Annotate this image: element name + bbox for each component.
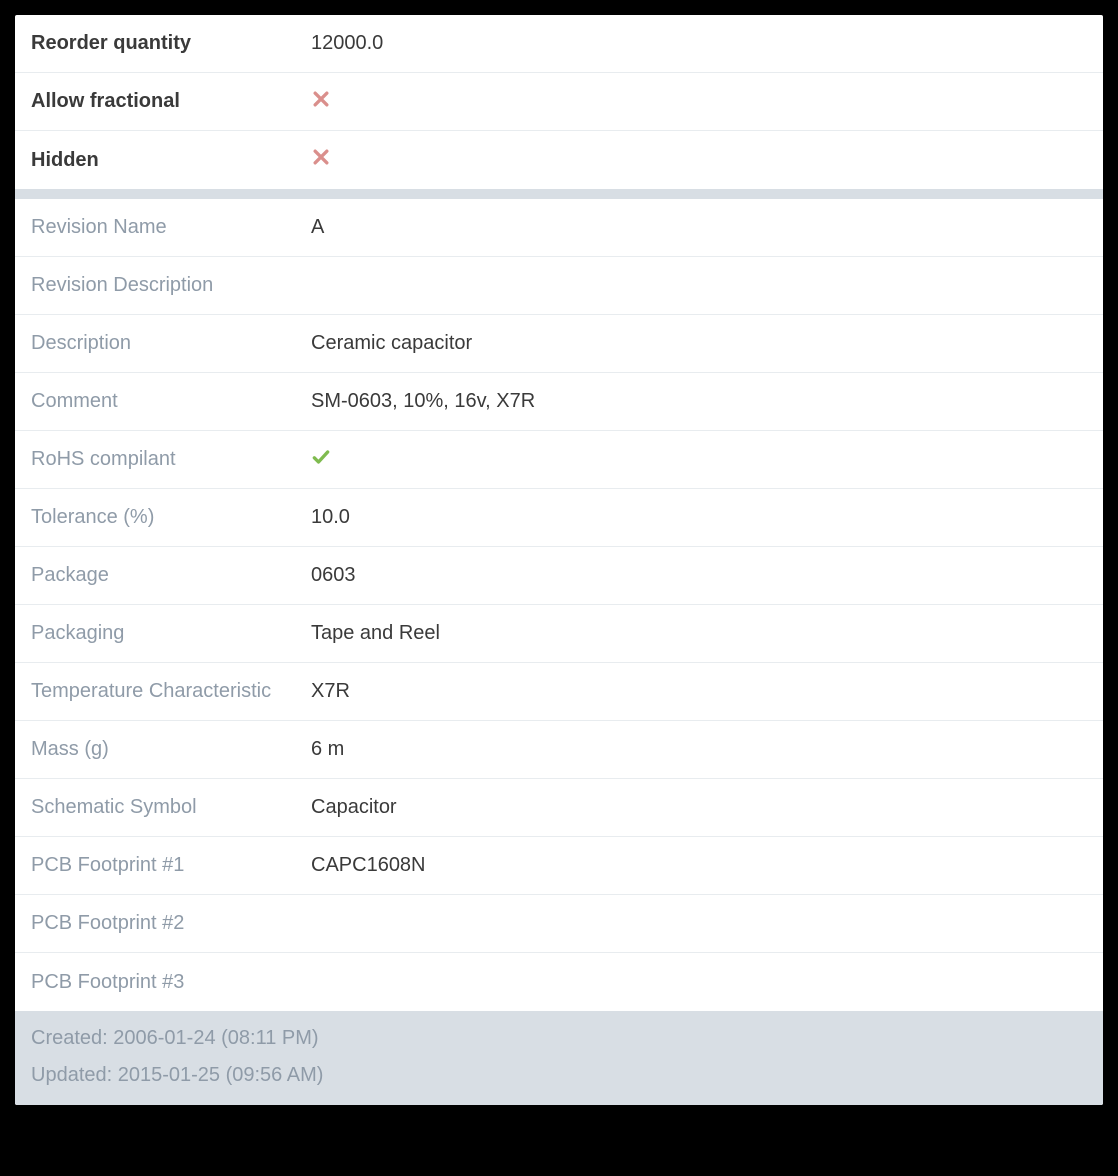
value-packaging: Tape and Reel [311, 622, 440, 645]
row-schematic-symbol: Schematic Symbol Capacitor [15, 779, 1103, 837]
value-revision-name: A [311, 216, 324, 239]
row-temperature-characteristic: Temperature Characteristic X7R [15, 663, 1103, 721]
value-comment: SM-0603, 10%, 16v, X7R [311, 390, 535, 413]
value-description: Ceramic capacitor [311, 332, 472, 355]
value-package: 0603 [311, 564, 356, 587]
label-allow-fractional: Allow fractional [31, 90, 311, 113]
label-revision-name: Revision Name [31, 216, 311, 239]
row-pcb-footprint-2: PCB Footprint #2 [15, 895, 1103, 953]
label-reorder-quantity: Reorder quantity [31, 32, 311, 55]
updated-label: Updated: [31, 1064, 118, 1086]
row-allow-fractional: Allow fractional [15, 73, 1103, 131]
value-mass: 6 m [311, 738, 344, 761]
row-revision-name: Revision Name A [15, 199, 1103, 257]
row-hidden: Hidden [15, 131, 1103, 189]
section-divider [15, 189, 1103, 199]
row-reorder-quantity: Reorder quantity 12000.0 [15, 15, 1103, 73]
value-tolerance: 10.0 [311, 506, 350, 529]
row-packaging: Packaging Tape and Reel [15, 605, 1103, 663]
value-rohs-compliant [311, 447, 331, 473]
label-pcb-footprint-3: PCB Footprint #3 [31, 971, 311, 994]
value-pcb-footprint-1: CAPC1608N [311, 854, 426, 877]
label-comment: Comment [31, 390, 311, 413]
updated-value: 2015-01-25 (09:56 AM) [118, 1064, 324, 1086]
row-pcb-footprint-1: PCB Footprint #1 CAPC1608N [15, 837, 1103, 895]
created-value: 2006-01-24 (08:11 PM) [113, 1027, 318, 1049]
row-revision-description: Revision Description [15, 257, 1103, 315]
label-package: Package [31, 564, 311, 587]
check-icon [311, 447, 331, 467]
row-mass: Mass (g) 6 m [15, 721, 1103, 779]
row-package: Package 0603 [15, 547, 1103, 605]
label-hidden: Hidden [31, 149, 311, 172]
row-pcb-footprint-3: PCB Footprint #3 [15, 953, 1103, 1011]
value-reorder-quantity: 12000.0 [311, 32, 383, 55]
row-comment: Comment SM-0603, 10%, 16v, X7R [15, 373, 1103, 431]
label-revision-description: Revision Description [31, 274, 311, 297]
cross-icon [311, 147, 331, 167]
label-pcb-footprint-1: PCB Footprint #1 [31, 854, 311, 877]
value-temperature-characteristic: X7R [311, 680, 350, 703]
label-mass: Mass (g) [31, 738, 311, 761]
row-tolerance: Tolerance (%) 10.0 [15, 489, 1103, 547]
row-description: Description Ceramic capacitor [15, 315, 1103, 373]
label-description: Description [31, 332, 311, 355]
row-rohs-compliant: RoHS compilant [15, 431, 1103, 489]
label-schematic-symbol: Schematic Symbol [31, 796, 311, 819]
created-label: Created: [31, 1027, 113, 1049]
label-pcb-footprint-2: PCB Footprint #2 [31, 912, 311, 935]
label-packaging: Packaging [31, 622, 311, 645]
label-tolerance: Tolerance (%) [31, 506, 311, 529]
label-temperature-characteristic: Temperature Characteristic [31, 680, 311, 703]
value-schematic-symbol: Capacitor [311, 796, 397, 819]
timestamps-footer: Created: 2006-01-24 (08:11 PM) Updated: … [15, 1011, 1103, 1105]
value-allow-fractional [311, 89, 331, 115]
label-rohs-compliant: RoHS compilant [31, 448, 311, 471]
created-timestamp: Created: 2006-01-24 (08:11 PM) [31, 1027, 1087, 1050]
cross-icon [311, 89, 331, 109]
value-hidden [311, 147, 331, 173]
detail-panel: Reorder quantity 12000.0 Allow fractiona… [15, 15, 1103, 1105]
updated-timestamp: Updated: 2015-01-25 (09:56 AM) [31, 1064, 1087, 1087]
